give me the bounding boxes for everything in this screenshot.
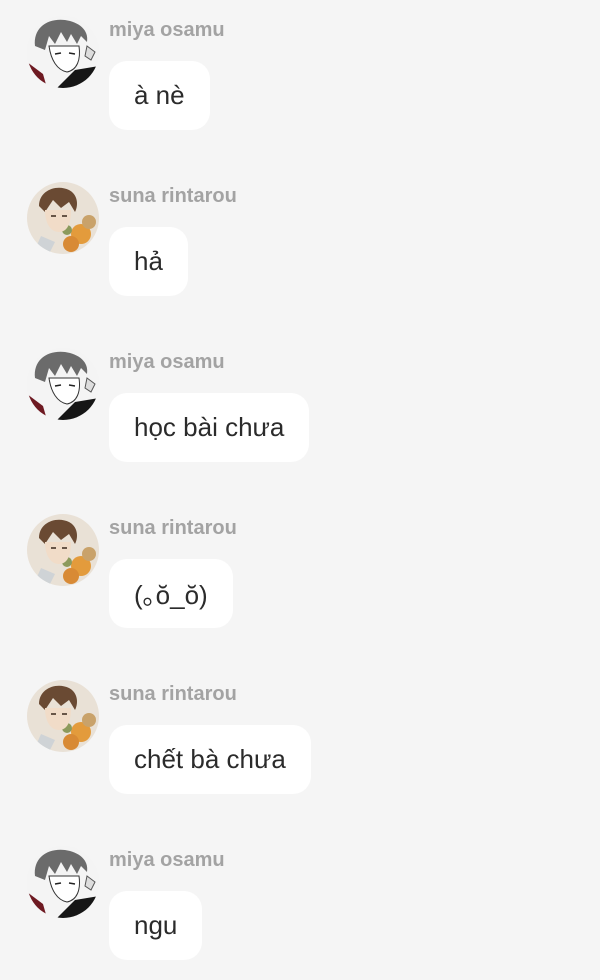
- suna-avatar[interactable]: [27, 182, 99, 254]
- sender-name: miya osamu: [109, 351, 225, 373]
- message-bubble[interactable]: chết bà chưa: [109, 725, 311, 794]
- chat-thread: miya osamu à nè suna rintarou hả miya os…: [0, 0, 600, 979]
- sender-name: suna rintarou: [109, 185, 237, 207]
- message-row: miya osamu ngu: [0, 830, 600, 980]
- message-row: suna rintarou chết bà chưa: [0, 664, 600, 814]
- sender-name: suna rintarou: [109, 683, 237, 705]
- osamu-avatar[interactable]: [27, 846, 99, 918]
- message-bubble[interactable]: (｡ŏ_ŏ): [109, 559, 233, 628]
- sender-name: miya osamu: [109, 19, 225, 41]
- message-row: suna rintarou (｡ŏ_ŏ): [0, 498, 600, 648]
- osamu-avatar[interactable]: [27, 16, 99, 88]
- sender-name: suna rintarou: [109, 517, 237, 539]
- sender-name: miya osamu: [109, 849, 225, 871]
- message-bubble[interactable]: học bài chưa: [109, 393, 310, 462]
- suna-avatar[interactable]: [27, 514, 99, 586]
- message-bubble[interactable]: à nè: [109, 61, 210, 130]
- message-row: suna rintarou hả: [0, 166, 600, 316]
- osamu-avatar[interactable]: [27, 348, 99, 420]
- message-bubble[interactable]: hả: [109, 227, 188, 296]
- message-bubble[interactable]: ngu: [109, 891, 203, 960]
- message-row: miya osamu à nè: [0, 0, 600, 150]
- suna-avatar[interactable]: [27, 680, 99, 752]
- message-row: miya osamu học bài chưa: [0, 332, 600, 482]
